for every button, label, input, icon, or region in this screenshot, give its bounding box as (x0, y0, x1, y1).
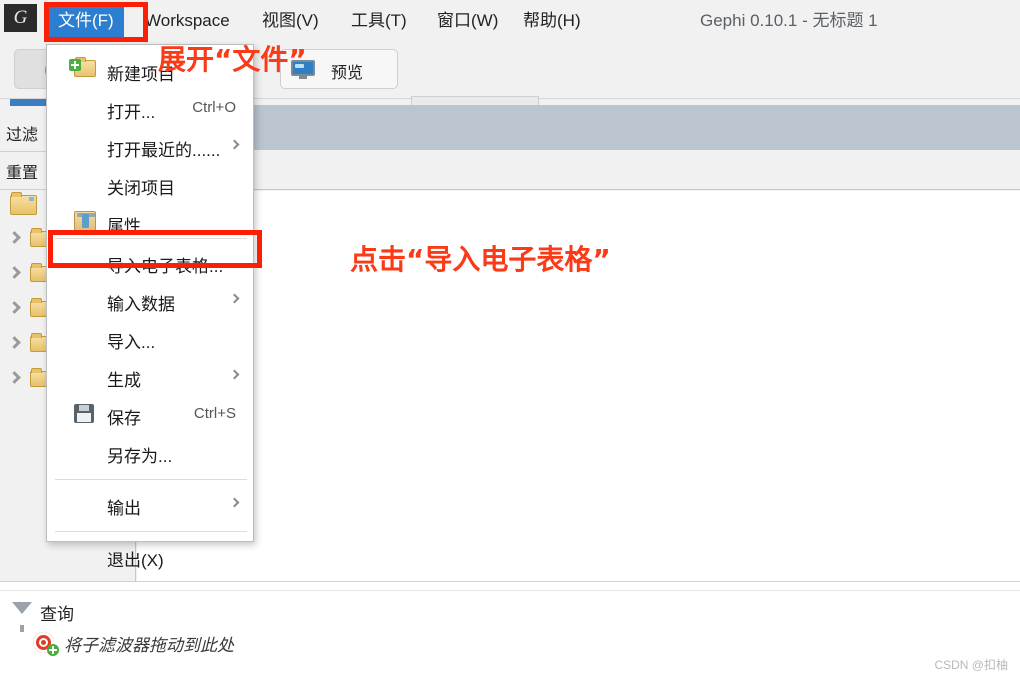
divider (55, 479, 247, 480)
menu-item-exit[interactable]: 退出(X) (48, 537, 254, 575)
gephi-logo-icon: G (4, 4, 37, 32)
gephi-window: G 文件(F) Workspace 视图(V) 工具(T) 窗口(W) 帮助(H… (0, 0, 1020, 681)
menu-item-label: 保存 (107, 409, 141, 428)
menu-item-generate[interactable]: 生成 (48, 357, 254, 395)
menu-item-input-data[interactable]: 输入数据 (48, 281, 254, 319)
menu-item-label: 导入... (107, 333, 156, 352)
filter-label[interactable]: 过滤 (6, 121, 38, 145)
menu-view[interactable]: 视图(V) (252, 4, 329, 37)
menu-item-import[interactable]: 导入... (48, 319, 254, 357)
menu-item-label: 关闭项目 (107, 179, 175, 198)
chevron-right-icon (229, 497, 240, 508)
chevron-right-icon[interactable] (8, 301, 21, 314)
menu-item-shortcut: Ctrl+O (192, 99, 236, 116)
menu-item-export[interactable]: 输出 (48, 485, 254, 523)
highlight-box-file-menu (44, 2, 148, 42)
menu-window[interactable]: 窗口(W) (427, 4, 508, 37)
menu-item-label: 另存为... (107, 447, 173, 466)
annotation-expand-file: 展开“文件” (158, 43, 307, 76)
folder-icon (10, 192, 37, 215)
chevron-right-icon (229, 369, 240, 380)
add-icon (47, 644, 59, 656)
menu-item-label: 输入数据 (107, 295, 175, 314)
chevron-right-icon (229, 139, 240, 150)
new-project-icon (69, 57, 96, 77)
menu-item-label: 生成 (107, 371, 141, 390)
funnel-icon (12, 602, 32, 632)
divider (55, 531, 247, 532)
menu-item-close-project[interactable]: 关闭项目 (48, 165, 254, 203)
panel-header-band (137, 105, 1020, 150)
menu-item-label: 打开最近的...... (107, 141, 221, 160)
preview-button-label: 预览 (331, 65, 364, 82)
chevron-right-icon[interactable] (8, 266, 21, 279)
reset-label[interactable]: 重置 (6, 159, 38, 183)
window-title: Gephi 0.10.1 - 无标题 1 (700, 11, 878, 30)
menu-item-open-recent[interactable]: 打开最近的...... (48, 127, 254, 165)
highlight-box-import-spreadsheet (48, 230, 262, 268)
file-menu-dropdown: 新建项目 打开... Ctrl+O 打开最近的...... 关闭项目 属性...… (46, 44, 254, 570)
save-icon (74, 404, 94, 423)
menu-item-label: 打开... (107, 103, 156, 122)
menu-item-open[interactable]: 打开... Ctrl+O (48, 89, 254, 127)
drag-subfilter-hint[interactable]: 将子滤波器拖动到此处 (64, 631, 234, 656)
query-panel: 查询 将子滤波器拖动到此处 (0, 581, 1020, 681)
chevron-right-icon[interactable] (8, 231, 21, 244)
properties-icon (74, 211, 96, 231)
panel-subheader-band (137, 150, 1020, 190)
chevron-right-icon[interactable] (8, 336, 21, 349)
annotation-click-import: 点击“导入电子表格” (350, 243, 611, 276)
menu-item-label: 输出 (107, 499, 141, 518)
query-panel-title: 查询 (40, 605, 74, 624)
menu-item-save-as[interactable]: 另存为... (48, 433, 254, 471)
chevron-right-icon[interactable] (8, 371, 21, 384)
divider (0, 590, 1020, 591)
menu-tools[interactable]: 工具(T) (341, 4, 417, 37)
menu-item-shortcut: Ctrl+S (193, 405, 236, 422)
menu-bar: G 文件(F) Workspace 视图(V) 工具(T) 窗口(W) 帮助(H… (0, 0, 1020, 41)
menu-help[interactable]: 帮助(H) (513, 4, 591, 37)
menu-item-label: 退出(X) (107, 551, 164, 570)
menu-workspace[interactable]: Workspace (135, 4, 240, 37)
watermark: CSDN @扣柚 (934, 658, 1008, 672)
menu-item-save[interactable]: 保存 Ctrl+S (48, 395, 254, 433)
chevron-right-icon (229, 293, 240, 304)
